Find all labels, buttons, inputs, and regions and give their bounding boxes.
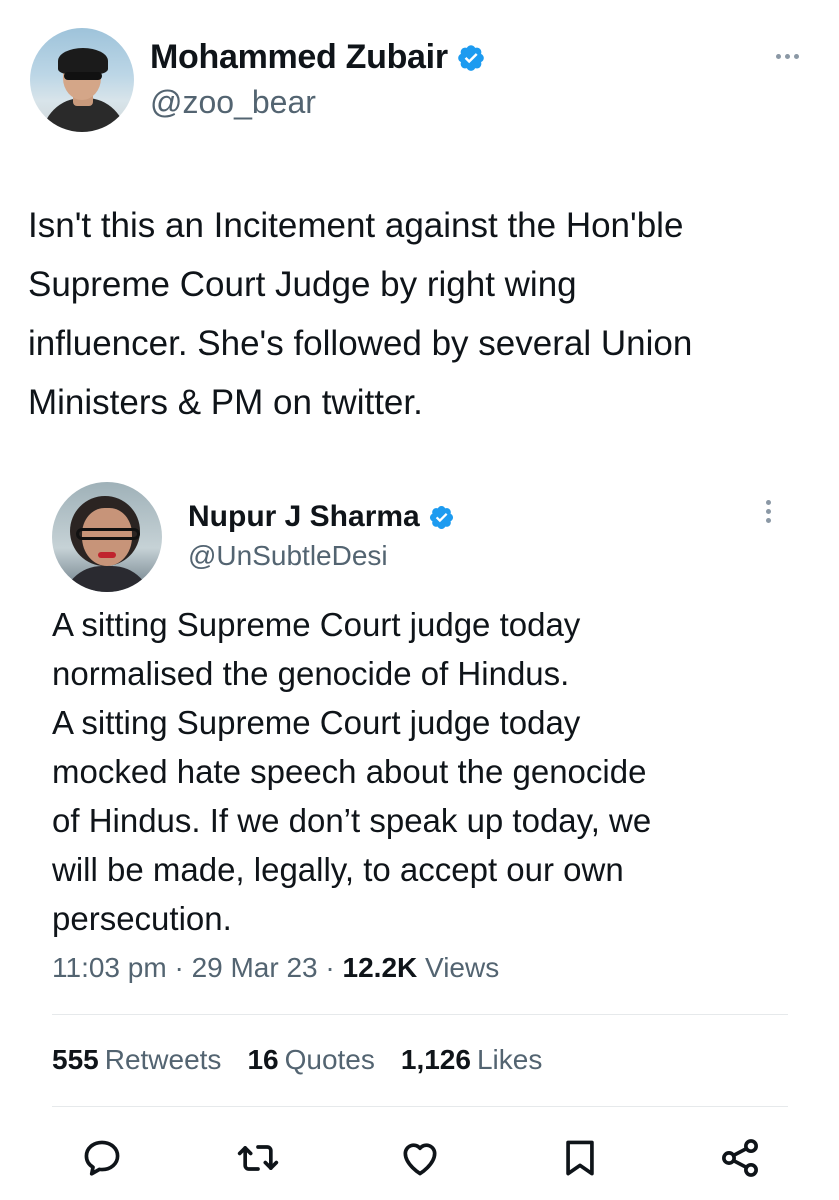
quotes-label: Quotes <box>284 1044 375 1075</box>
quoted-author-handle[interactable]: @UnSubtleDesi <box>188 540 388 572</box>
views-label: Views <box>425 952 500 983</box>
quoted-author-avatar[interactable] <box>52 482 162 592</box>
tweet-meta: 11:03 pm · 29 Mar 23 · 12.2K Views <box>52 952 499 984</box>
share-button[interactable] <box>712 1130 768 1186</box>
views-count: 12.2K <box>342 952 418 983</box>
quoted-more-options-icon[interactable] <box>766 500 771 523</box>
meta-separator: · <box>174 952 184 983</box>
likes-label: Likes <box>476 1044 543 1075</box>
verified-badge-icon <box>429 505 453 529</box>
author-avatar[interactable] <box>30 28 134 132</box>
author-name-row[interactable]: Mohammed Zubair <box>150 38 486 77</box>
action-bar <box>52 1130 792 1186</box>
like-icon <box>403 1143 437 1176</box>
retweet-icon <box>237 1145 279 1171</box>
author-name[interactable]: Mohammed Zubair <box>150 38 448 77</box>
likes-stat[interactable]: 1,126 Likes <box>401 1044 542 1076</box>
divider <box>52 1014 788 1015</box>
quoted-author-name-row[interactable]: Nupur J Sharma <box>188 500 455 534</box>
quoted-tweet-text: A sitting Supreme Court judge today norm… <box>52 606 652 937</box>
tweet-time[interactable]: 11:03 pm <box>52 952 167 983</box>
quotes-stat[interactable]: 16 Quotes <box>247 1044 374 1076</box>
tweet-date[interactable]: 29 Mar 23 <box>192 952 318 983</box>
reply-button[interactable] <box>74 1130 130 1186</box>
retweets-label: Retweets <box>104 1044 222 1075</box>
retweets-stat[interactable]: 555 Retweets <box>52 1044 221 1076</box>
engagement-stats: 555 Retweets 16 Quotes 1,126 Likes <box>52 1044 542 1076</box>
retweet-button[interactable] <box>230 1130 286 1186</box>
divider <box>52 1106 788 1107</box>
likes-count: 1,126 <box>400 1044 471 1075</box>
quotes-count: 16 <box>247 1044 279 1075</box>
quoted-author-name[interactable]: Nupur J Sharma <box>188 500 420 534</box>
reply-icon <box>84 1140 120 1176</box>
verified-badge-icon <box>457 44 484 71</box>
meta-separator: · <box>325 952 335 983</box>
like-button[interactable] <box>392 1130 448 1186</box>
bookmark-icon <box>566 1140 594 1176</box>
tweet-text: Isn't this an Incitement against the Hon… <box>28 206 693 422</box>
retweets-count: 555 <box>52 1044 99 1075</box>
bookmark-button[interactable] <box>552 1130 608 1186</box>
author-handle[interactable]: @zoo_bear <box>150 84 316 121</box>
share-icon <box>722 1139 758 1177</box>
more-options-icon[interactable] <box>776 54 799 59</box>
